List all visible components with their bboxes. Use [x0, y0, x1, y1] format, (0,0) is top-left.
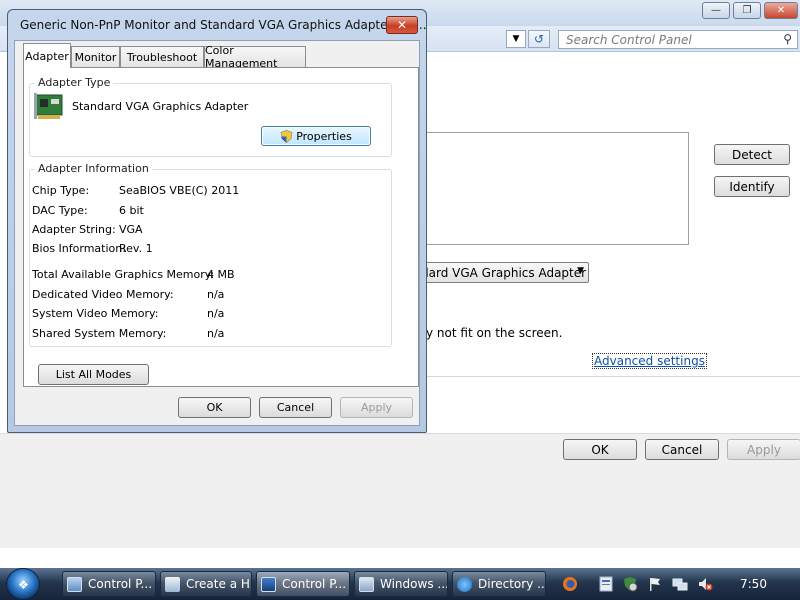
display-select-value: dard VGA Graphics Adapter	[421, 266, 587, 280]
taskbar-item-label: Create a H...	[186, 577, 251, 591]
search-placeholder: Search Control Panel	[566, 33, 692, 47]
chip-type-value: SeaBIOS VBE(C) 2011	[119, 184, 240, 197]
taskbar-item-label: Directory ...	[478, 577, 546, 591]
total-memory-value: 4 MB	[207, 268, 235, 281]
adapter-information-group: Adapter Information Chip Type: SeaBIOS V…	[29, 162, 392, 347]
taskbar: ❖ Control P... Create a H... Control P..…	[0, 568, 800, 600]
clock[interactable]: 7:50	[740, 577, 767, 591]
apply-button: Apply	[727, 439, 800, 460]
firefox-icon[interactable]	[562, 576, 578, 592]
refresh-icon[interactable]: ↺	[528, 30, 550, 48]
action-center-flag-icon[interactable]	[647, 576, 663, 592]
document-icon[interactable]	[598, 576, 614, 592]
dedicated-memory-value: n/a	[207, 288, 225, 301]
adapter-string-value: VGA	[119, 223, 143, 236]
properties-button[interactable]: Properties	[261, 126, 371, 146]
system-memory-value: n/a	[207, 307, 225, 320]
monitor-arrangement-area[interactable]	[418, 132, 689, 245]
adapter-tab-panel: Adapter Type Standard VGA Graphics Adapt…	[23, 67, 419, 387]
divider	[418, 376, 800, 377]
dac-type-label: DAC Type:	[32, 204, 88, 217]
adapter-type-label: Adapter Type	[35, 76, 114, 89]
adapter-string-label: Adapter String:	[32, 223, 116, 236]
bios-information-label: Bios Information:	[32, 242, 126, 255]
total-memory-label: Total Available Graphics Memory:	[32, 268, 215, 281]
security-center-icon[interactable]	[622, 576, 638, 592]
close-icon[interactable]: ✕	[386, 16, 418, 34]
search-icon[interactable]: ⚲	[783, 32, 792, 46]
windows-logo-icon: ❖	[18, 578, 29, 592]
list-all-modes-button[interactable]: List All Modes	[38, 364, 149, 385]
display-select[interactable]: dard VGA Graphics Adapter ▼	[418, 262, 589, 283]
graphics-card-icon	[34, 93, 63, 119]
shield-icon	[280, 129, 293, 143]
taskbar-item-control-panel[interactable]: Control P...	[62, 571, 156, 597]
address-dropdown-button[interactable]: ▼	[506, 30, 526, 48]
fit-warning-text: y not fit on the screen.	[426, 326, 563, 340]
taskbar-item-directory[interactable]: Directory ...	[452, 571, 546, 597]
start-button[interactable]: ❖	[6, 568, 40, 600]
advanced-settings-link[interactable]: Advanced settings	[592, 353, 707, 369]
volume-muted-icon[interactable]	[697, 576, 713, 592]
taskbar-item-label: Control P...	[282, 577, 347, 591]
create-icon	[165, 576, 180, 592]
taskbar-item-windows[interactable]: Windows ...	[354, 571, 448, 597]
shared-memory-value: n/a	[207, 327, 225, 340]
identify-button[interactable]: Identify	[714, 176, 790, 197]
ie-icon	[457, 576, 472, 592]
minimize-button[interactable]: —	[702, 2, 730, 19]
dialog-body: Adapter Monitor Troubleshoot Color Manag…	[14, 40, 420, 426]
dialog-ok-button[interactable]: OK	[178, 397, 251, 418]
taskbar-item-label: Windows ...	[380, 577, 448, 591]
network-icon[interactable]	[672, 576, 688, 592]
taskbar-item-create[interactable]: Create a H...	[160, 571, 252, 597]
properties-label: Properties	[296, 129, 352, 143]
close-button[interactable]: ✕	[764, 2, 798, 19]
display-icon	[261, 576, 276, 592]
dedicated-memory-label: Dedicated Video Memory:	[32, 288, 174, 301]
bios-information-value: Rev. 1	[119, 242, 153, 255]
shared-memory-label: Shared System Memory:	[32, 327, 167, 340]
maximize-button[interactable]: ❐	[733, 2, 761, 19]
system-memory-label: System Video Memory:	[32, 307, 159, 320]
adapter-type-group: Adapter Type Standard VGA Graphics Adapt…	[29, 76, 392, 157]
taskbar-item-label: Control P...	[88, 577, 153, 591]
dialog-title: Generic Non-PnP Monitor and Standard VGA…	[20, 18, 427, 32]
ok-button[interactable]: OK	[563, 439, 637, 460]
adapter-properties-dialog: Generic Non-PnP Monitor and Standard VGA…	[7, 9, 427, 433]
tab-troubleshoot[interactable]: Troubleshoot	[120, 46, 204, 67]
adapter-name: Standard VGA Graphics Adapter	[72, 100, 249, 113]
chevron-down-icon: ▼	[577, 266, 584, 276]
windows-icon	[359, 576, 374, 592]
control-panel-icon	[67, 576, 82, 592]
tab-color-management[interactable]: Color Management	[204, 44, 306, 70]
taskbar-item-display-properties[interactable]: Control P...	[256, 571, 350, 597]
dialog-apply-button: Apply	[340, 397, 413, 418]
tab-monitor[interactable]: Monitor	[71, 46, 120, 67]
search-input[interactable]: Search Control Panel ⚲	[558, 30, 798, 49]
adapter-information-label: Adapter Information	[35, 162, 152, 175]
chip-type-label: Chip Type:	[32, 184, 90, 197]
detect-button[interactable]: Detect	[714, 144, 790, 165]
cancel-button[interactable]: Cancel	[645, 439, 719, 460]
dac-type-value: 6 bit	[119, 204, 144, 217]
tab-adapter[interactable]: Adapter	[23, 43, 71, 68]
dialog-cancel-button[interactable]: Cancel	[259, 397, 332, 418]
